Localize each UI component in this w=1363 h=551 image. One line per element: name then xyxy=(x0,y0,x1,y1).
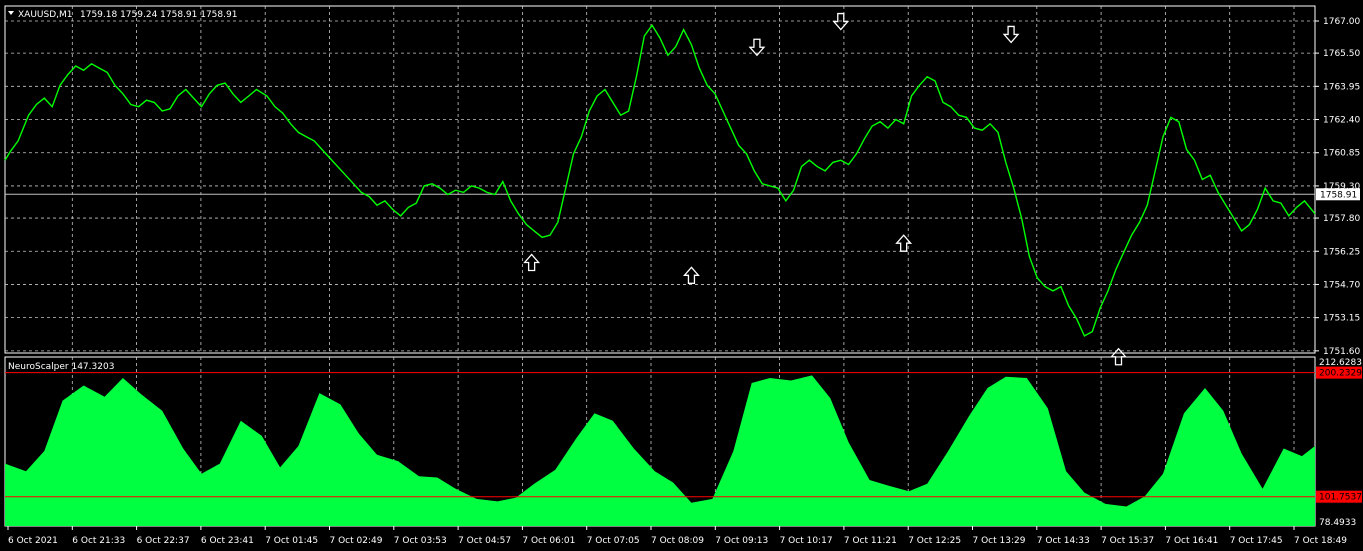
indicator-tick-label: 78.4933 xyxy=(1319,518,1356,528)
time-tick-label: 6 Oct 21:33 xyxy=(72,536,125,546)
time-tick-label: 7 Oct 08:09 xyxy=(651,536,704,546)
time-tick-label: 7 Oct 07:05 xyxy=(587,536,640,546)
time-tick-label: 7 Oct 12:25 xyxy=(908,536,961,546)
indicator-tick-label: 200.2329 xyxy=(1319,369,1362,379)
time-tick-label: 6 Oct 2021 xyxy=(8,536,58,546)
price-tick-label: 1760.85 xyxy=(1323,149,1360,159)
ohlc-values: 1759.18 1759.24 1758.91 1758.91 xyxy=(80,10,237,20)
time-tick-label: 6 Oct 23:41 xyxy=(201,536,254,546)
indicator-title: NeuroScalper 147.3203 xyxy=(8,362,114,372)
current-price-label: 1758.91 xyxy=(1320,190,1357,200)
time-tick-label: 6 Oct 22:37 xyxy=(137,536,190,546)
price-tick-label: 1757.80 xyxy=(1323,214,1360,224)
price-tick-label: 1762.40 xyxy=(1323,116,1360,126)
time-tick-label: 7 Oct 06:01 xyxy=(522,536,575,546)
time-tick-label: 7 Oct 03:53 xyxy=(394,536,447,546)
time-tick-label: 7 Oct 18:49 xyxy=(1294,536,1347,546)
time-tick-label: 7 Oct 09:13 xyxy=(715,536,768,546)
time-tick-label: 7 Oct 15:37 xyxy=(1101,536,1154,546)
chart-header: XAUUSD,M1 1759.18 1759.24 1758.91 1758.9… xyxy=(8,10,237,20)
time-tick-label: 7 Oct 13:29 xyxy=(973,536,1026,546)
time-tick-label: 7 Oct 02:49 xyxy=(330,536,383,546)
price-tick-label: 1754.70 xyxy=(1323,280,1360,290)
price-tick-label: 1753.15 xyxy=(1323,314,1360,324)
time-tick-label: 7 Oct 14:33 xyxy=(1037,536,1090,546)
price-tick-label: 1756.25 xyxy=(1323,247,1360,257)
time-tick-label: 7 Oct 16:41 xyxy=(1165,536,1218,546)
price-tick-label: 1751.60 xyxy=(1323,347,1360,357)
indicator-tick-label: 101.7537 xyxy=(1319,493,1362,503)
indicator-tick-label: 212.6283 xyxy=(1319,358,1362,368)
time-tick-label: 7 Oct 17:45 xyxy=(1230,536,1283,546)
time-tick-label: 7 Oct 11:21 xyxy=(844,536,897,546)
symbol-label: XAUUSD,M1 xyxy=(18,10,73,20)
price-tick-label: 1765.50 xyxy=(1323,49,1360,59)
chart-background xyxy=(0,0,1363,551)
time-tick-label: 7 Oct 10:17 xyxy=(780,536,833,546)
time-tick-label: 7 Oct 01:45 xyxy=(265,536,318,546)
price-tick-label: 1763.95 xyxy=(1323,82,1360,92)
price-tick-label: 1767.00 xyxy=(1323,17,1360,27)
chart-canvas: XAUUSD,M1 1759.18 1759.24 1758.91 1758.9… xyxy=(0,0,1363,551)
time-tick-label: 7 Oct 04:57 xyxy=(458,536,511,546)
